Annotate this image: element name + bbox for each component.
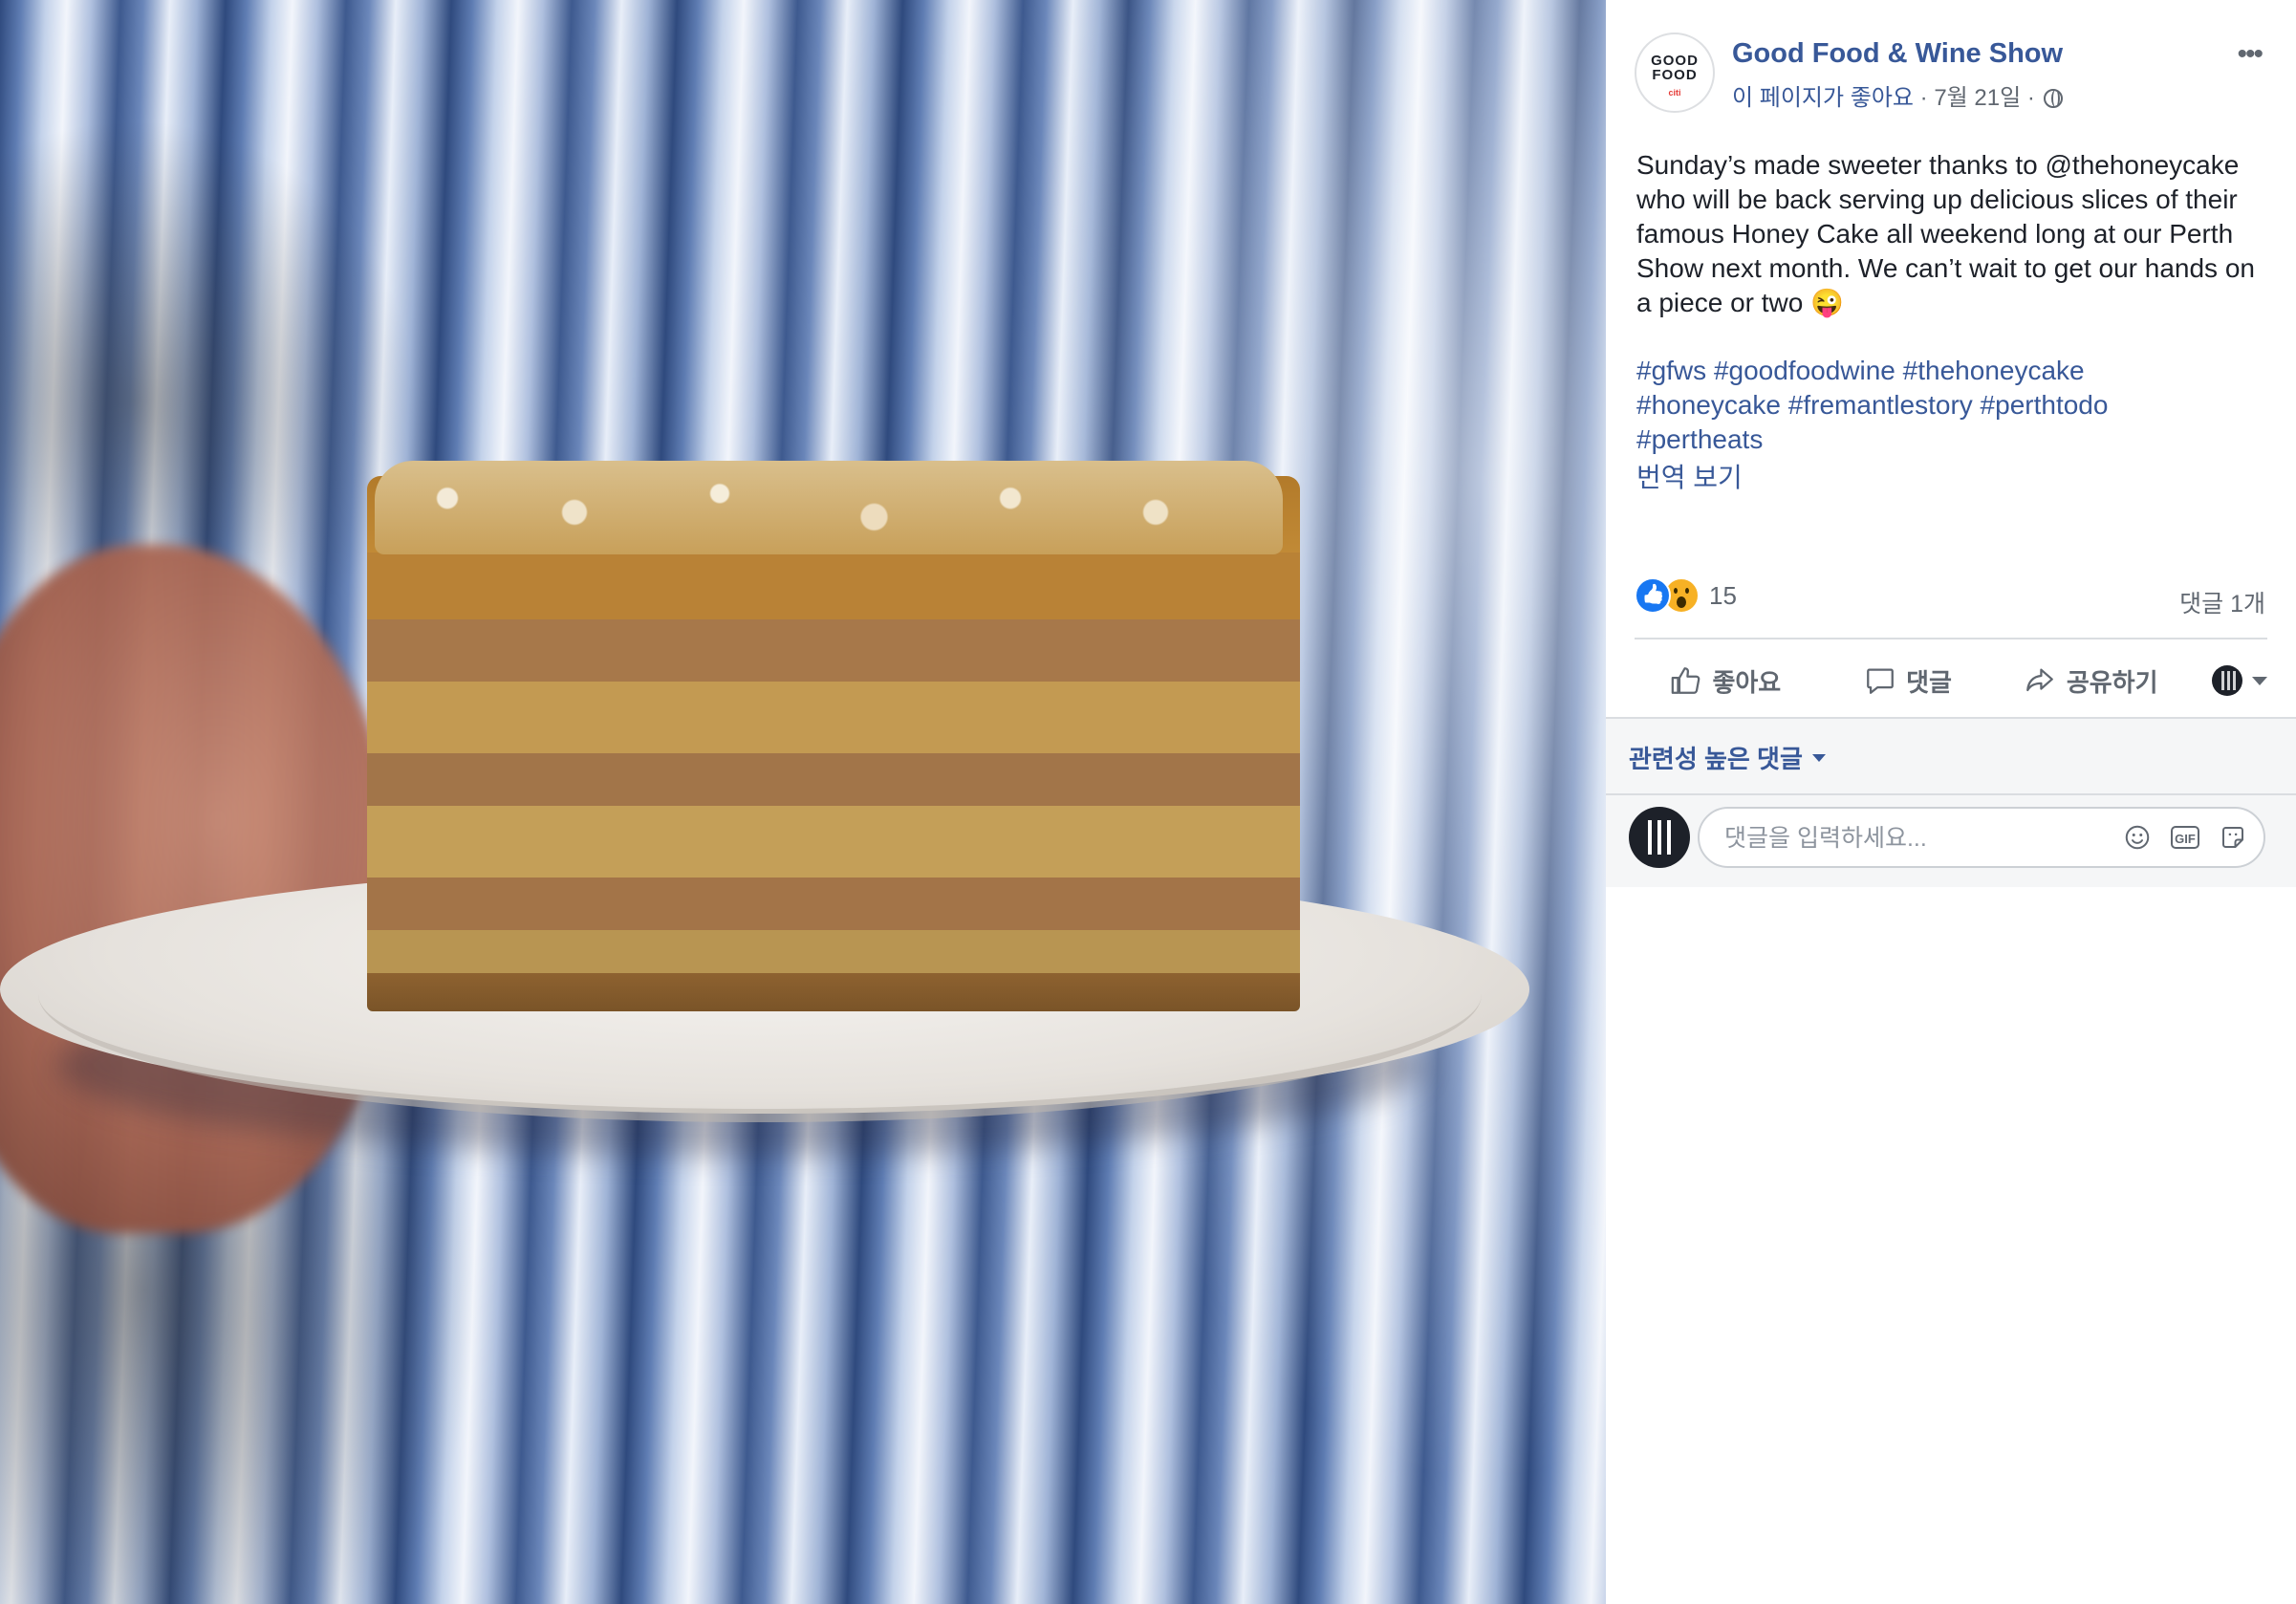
comments-section: 관련성 높은 댓글 GIF bbox=[1606, 717, 2296, 887]
hashtag-link[interactable]: #fremantlestory bbox=[1788, 390, 1973, 420]
share-icon bbox=[2025, 668, 2053, 692]
post-body: Sunday’s made sweeter thanks to @thehone… bbox=[1636, 148, 2269, 320]
comment-composer: GIF bbox=[1698, 807, 2265, 868]
page-name-link[interactable]: Good Food & Wine Show bbox=[1732, 38, 2063, 70]
meta-separator: · bbox=[1919, 85, 1928, 111]
composer-icons: GIF bbox=[2122, 822, 2248, 853]
emoji-icon[interactable] bbox=[2122, 822, 2153, 853]
avatar[interactable] bbox=[1629, 807, 1690, 868]
cake-crumb-topping bbox=[375, 461, 1283, 554]
post-photo[interactable] bbox=[0, 0, 1606, 1604]
comment-icon bbox=[1867, 668, 1894, 694]
knife-icon bbox=[1667, 820, 1671, 855]
gif-icon[interactable]: GIF bbox=[2170, 822, 2200, 853]
hashtag-link[interactable]: #goodfoodwine bbox=[1714, 356, 1895, 385]
reaction-summary[interactable]: 15 bbox=[1635, 577, 1737, 614]
comment-sort-dropdown[interactable]: 관련성 높은 댓글 bbox=[1629, 740, 1826, 775]
avatar-text-food: FOOD bbox=[1652, 67, 1698, 83]
thumbs-up-icon bbox=[1672, 667, 1700, 694]
hashtag-link[interactable]: #perthtodo bbox=[1981, 390, 2109, 420]
gif-glyph: GIF bbox=[2171, 826, 2199, 849]
globe-icon bbox=[2043, 89, 2063, 108]
post-date-link[interactable]: 7월 21일 bbox=[1934, 85, 2021, 111]
hashtag-link[interactable]: #honeycake bbox=[1636, 390, 1781, 420]
avatar-text-good: GOOD bbox=[1651, 53, 1699, 69]
like-icon bbox=[1635, 577, 1671, 614]
comment-input[interactable] bbox=[1722, 809, 2109, 868]
share-button-label: 공유하기 bbox=[2066, 667, 2158, 697]
meta-separator-2: · bbox=[2026, 85, 2035, 111]
hashtag-link[interactable]: #thehoneycake bbox=[1903, 356, 2085, 385]
page-avatar[interactable]: GOOD FOOD citi bbox=[1635, 33, 1715, 113]
avatar-text-citi: citi bbox=[1668, 88, 1681, 98]
divider bbox=[1635, 638, 2267, 639]
comment-count-link[interactable]: 댓글 1개 bbox=[2179, 585, 2265, 619]
hashtag-list: #gfws #goodfoodwine #thehoneycake #honey… bbox=[1636, 354, 2269, 457]
page-like-link[interactable]: 이 페이지가 좋아요 bbox=[1732, 85, 1914, 111]
profile-avatar-small bbox=[2212, 665, 2243, 696]
see-translation-link[interactable]: 번역 보기 bbox=[1636, 457, 1743, 495]
post-side-panel: GOOD FOOD citi Good Food & Wine Show 이 페… bbox=[1606, 0, 2296, 1604]
comment-button[interactable]: 댓글 bbox=[1817, 663, 2000, 699]
more-options-icon[interactable]: ••• bbox=[2237, 38, 2263, 71]
divider bbox=[1606, 793, 2296, 795]
hashtag-link[interactable]: #gfws bbox=[1636, 356, 1706, 385]
fork-icon bbox=[1657, 820, 1661, 855]
post-text: Sunday’s made sweeter thanks to @thehone… bbox=[1636, 150, 2255, 317]
honey-cake-slice bbox=[367, 476, 1300, 1011]
emoji-glyph bbox=[2125, 825, 2150, 850]
comment-sort-label: 관련성 높은 댓글 bbox=[1629, 745, 1803, 773]
chevron-down-icon bbox=[2252, 676, 2268, 685]
action-bar: 좋아요 댓글 공유하기 bbox=[1635, 650, 2268, 711]
reaction-count: 15 bbox=[1709, 580, 1737, 610]
like-button[interactable]: 좋아요 bbox=[1635, 663, 1817, 699]
sticker-icon[interactable] bbox=[2218, 822, 2248, 853]
comment-button-label: 댓글 bbox=[1906, 667, 1952, 697]
sticker-glyph bbox=[2222, 827, 2243, 848]
chevron-down-icon bbox=[1811, 753, 1826, 762]
post-as-selector[interactable] bbox=[2181, 665, 2268, 696]
share-button[interactable]: 공유하기 bbox=[1999, 663, 2181, 699]
hashtag-link[interactable]: #pertheats bbox=[1636, 424, 1763, 454]
fork-icon bbox=[1648, 820, 1652, 855]
like-button-label: 좋아요 bbox=[1712, 667, 1782, 697]
post-meta: 이 페이지가 좋아요 · 7월 21일 · bbox=[1732, 78, 2063, 112]
